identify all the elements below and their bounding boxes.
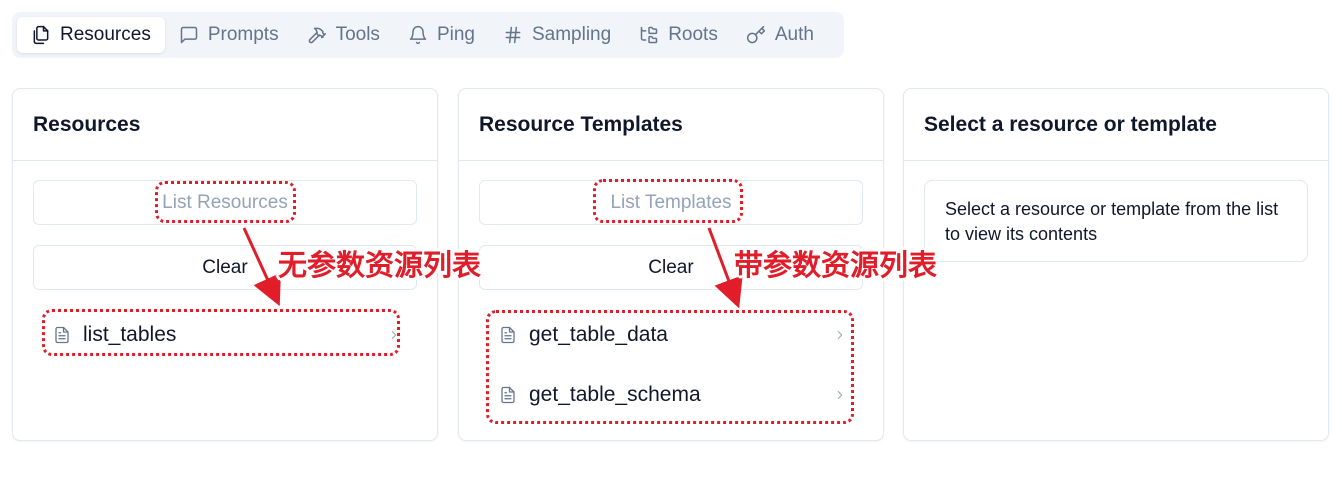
template-item-get-table-data[interactable]: get_table_data [487, 311, 863, 359]
tab-label: Roots [668, 24, 718, 45]
tab-label: Sampling [531, 24, 612, 45]
tab-sampling[interactable]: Sampling [489, 17, 625, 53]
tab-auth[interactable]: Auth [732, 17, 828, 53]
hammer-icon [308, 27, 326, 44]
panel-title: Resources [13, 89, 437, 161]
panel-title: Select a resource or template [904, 89, 1328, 161]
resource-item-label: list_tables [83, 323, 177, 346]
hash-icon [505, 26, 521, 44]
resource-detail-panel: Select a resource or template Select a r… [903, 88, 1329, 441]
tab-label: Tools [335, 24, 380, 45]
chevron-right-icon [837, 390, 843, 400]
bell-icon [409, 25, 427, 45]
template-item-label: get_table_data [529, 323, 668, 346]
file-text-icon [55, 326, 69, 344]
folder-tree-icon [640, 26, 658, 44]
chevron-right-icon [837, 330, 843, 340]
tab-label: Resources [60, 24, 151, 45]
tab-tools[interactable]: Tools [293, 17, 394, 53]
template-item-get-table-schema[interactable]: get_table_schema [487, 371, 863, 419]
empty-state-message: Select a resource or template from the l… [924, 180, 1308, 262]
tab-ping[interactable]: Ping [394, 17, 489, 53]
chevron-right-icon [391, 330, 397, 340]
key-icon [746, 25, 765, 44]
tab-label: Ping [436, 24, 475, 45]
tab-bar: Resources Prompts Tools Ping Sampling Ro… [12, 12, 844, 58]
resource-item-list-tables[interactable]: list_tables [41, 311, 417, 359]
tab-label: Prompts [207, 24, 279, 45]
message-square-icon [180, 26, 198, 44]
file-text-icon [501, 386, 515, 404]
tab-resources[interactable]: Resources [17, 17, 165, 53]
tab-roots[interactable]: Roots [625, 17, 732, 53]
list-templates-button[interactable]: List Templates [479, 180, 863, 225]
annotation-label-templates: 带参数资源列表 [734, 248, 938, 282]
list-resources-button[interactable]: List Resources [33, 180, 417, 225]
file-text-icon [501, 326, 515, 344]
annotation-label-resources: 无参数资源列表 [278, 248, 482, 282]
tab-label: Auth [774, 24, 814, 45]
tab-prompts[interactable]: Prompts [165, 17, 293, 53]
files-icon [33, 25, 49, 45]
template-item-label: get_table_schema [529, 383, 701, 406]
panel-title: Resource Templates [459, 89, 883, 161]
